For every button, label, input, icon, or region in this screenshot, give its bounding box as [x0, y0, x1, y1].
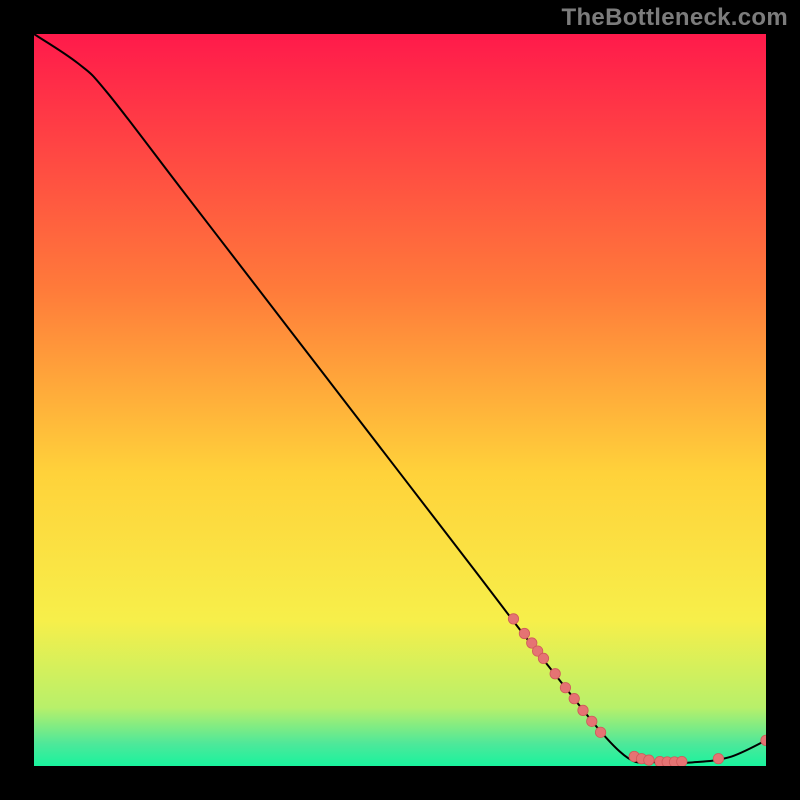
curve-marker: [560, 682, 570, 692]
curve-marker: [569, 693, 579, 703]
curve-marker: [508, 614, 518, 624]
plot-svg: [34, 34, 766, 766]
curve-marker: [538, 653, 548, 663]
curve-marker: [550, 669, 560, 679]
watermark-text: TheBottleneck.com: [562, 4, 788, 32]
gradient-background: [34, 34, 766, 766]
curve-marker: [677, 756, 687, 766]
curve-marker: [587, 716, 597, 726]
curve-marker: [644, 755, 654, 765]
curve-marker: [713, 753, 723, 763]
curve-marker: [519, 628, 529, 638]
plot-area: [34, 34, 766, 766]
curve-marker: [595, 727, 605, 737]
chart-stage: TheBottleneck.com: [0, 0, 800, 800]
curve-marker: [578, 705, 588, 715]
